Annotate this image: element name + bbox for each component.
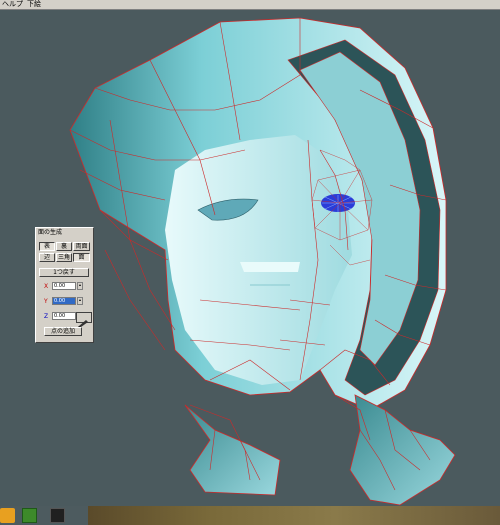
menu-item-underlay[interactable]: 下絵 [25, 0, 43, 9]
desktop-wallpaper-strip [88, 506, 500, 525]
left-flap [184, 404, 281, 496]
z-field[interactable]: 0.00 [52, 312, 76, 320]
both-sides-button[interactable]: 両面 [73, 242, 90, 251]
app-green-icon[interactable] [22, 508, 37, 523]
front-button[interactable]: 表 [39, 242, 55, 251]
app-dark-icon[interactable] [50, 508, 65, 523]
x-spinner[interactable]: ▴ [77, 282, 83, 290]
z-label: Z [44, 313, 49, 320]
start-icon[interactable] [0, 508, 15, 523]
triangle-button[interactable]: 三角 [56, 253, 72, 262]
add-point-button[interactable]: 点の追加 [44, 327, 82, 336]
x-label: X [44, 283, 49, 290]
y-label: Y [44, 298, 48, 305]
undo-button[interactable]: 1つ戻す [39, 268, 89, 277]
face-button[interactable]: 面 [73, 253, 90, 262]
y-field[interactable]: 0.00 [52, 297, 76, 305]
menu-item-help[interactable]: ヘルプ [0, 0, 25, 9]
pencil-icon[interactable] [76, 312, 92, 327]
y-spinner[interactable]: ▴ [77, 297, 83, 305]
edge-button[interactable]: 辺 [39, 253, 55, 262]
panel-title: 面の生成 [38, 229, 63, 236]
back-button[interactable]: 裏 [56, 242, 72, 251]
right-flap [349, 394, 456, 506]
x-field[interactable]: 0.00 [52, 282, 76, 290]
taskbar [0, 506, 500, 525]
